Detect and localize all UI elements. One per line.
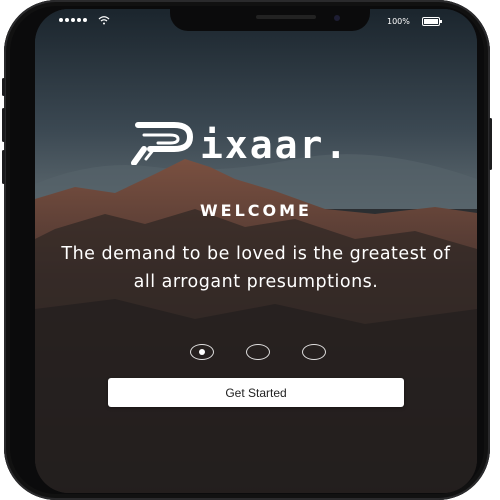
volume-down-button <box>2 150 5 184</box>
front-camera <box>334 15 340 21</box>
signal-icon <box>59 18 87 22</box>
battery-percent: 100% <box>387 17 410 26</box>
mute-switch <box>2 78 5 96</box>
welcome-heading: WELCOME <box>200 201 312 220</box>
phone-frame: 100% ixaar. WELCOME The demand to be lov… <box>2 0 492 500</box>
carousel-dot-2[interactable] <box>246 344 270 360</box>
camera-notch <box>170 9 370 31</box>
volume-up-button <box>2 108 5 142</box>
brand-name: ixaar. <box>200 123 350 167</box>
speaker-grille <box>256 15 316 19</box>
brand-logo: ixaar. <box>130 119 410 167</box>
welcome-quote: The demand to be loved is the greatest o… <box>61 244 451 292</box>
carousel-indicators <box>190 344 330 364</box>
carousel-dot-3[interactable] <box>302 344 326 360</box>
power-button <box>489 118 492 170</box>
get-started-button[interactable]: Get Started <box>108 378 404 407</box>
pixaar-logo-icon <box>131 122 194 165</box>
battery-icon <box>422 17 442 26</box>
wifi-icon <box>98 16 110 25</box>
home-indicator <box>207 479 307 483</box>
app-screen: 100% ixaar. WELCOME The demand to be lov… <box>35 9 477 493</box>
carousel-dot-1[interactable] <box>190 344 214 360</box>
